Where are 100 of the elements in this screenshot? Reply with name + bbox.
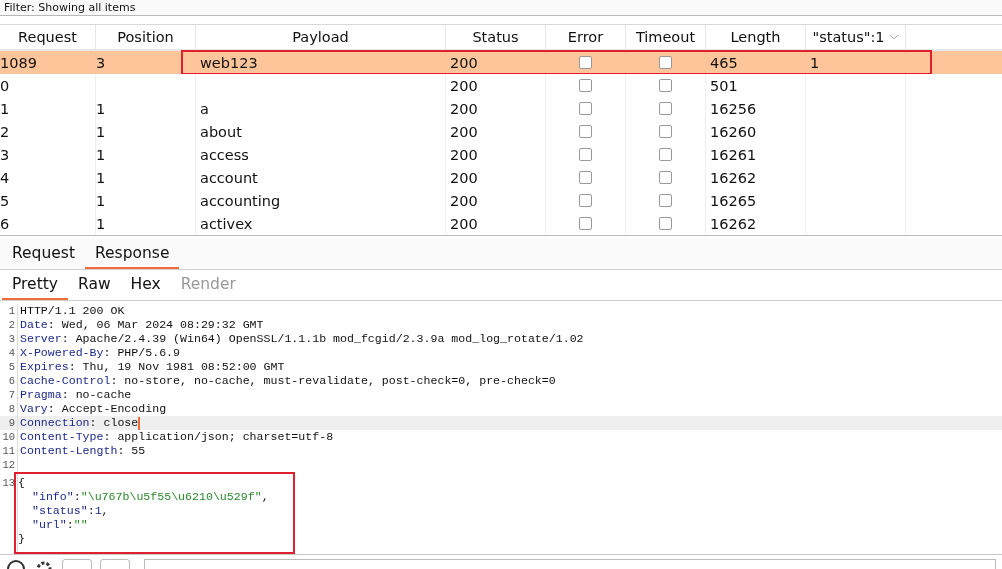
checkbox[interactable] — [579, 79, 592, 93]
table-cell: 16260 — [710, 123, 757, 140]
tab[interactable]: Request — [2, 244, 85, 270]
table-cell: 501 — [710, 77, 738, 94]
text-cursor — [138, 416, 141, 430]
column-header[interactable]: Status — [446, 25, 546, 50]
table-cell: web123 — [200, 54, 258, 71]
code-line: Content-Type: application/json; charset=utf-8 — [20, 430, 334, 444]
checkbox[interactable] — [659, 79, 672, 93]
result-row[interactable]: 1089 3 web123 200 465 1 — [0, 51, 1002, 75]
code-line: { — [18, 476, 25, 490]
code-line: "status":1, — [32, 504, 109, 518]
line-number: 3 — [8, 333, 15, 346]
code-line: X-Powered-By: PHP/5.6.9 — [20, 346, 181, 360]
code-line: Pragma: no-cache — [20, 388, 132, 402]
table-cell: 200 — [450, 54, 478, 71]
column-header[interactable]: Payload — [196, 25, 446, 50]
code-line: Server: Apache/2.4.39 (Win64) OpenSSL/1.1.1b mod_fcgid/2.3.9a mod_log_rotate/1.02 — [20, 332, 584, 346]
table-cell: 5 — [0, 192, 10, 209]
checkbox[interactable] — [579, 194, 592, 208]
table-cell: about — [200, 123, 242, 140]
code-line: Content-Length: 55 — [20, 444, 146, 458]
table-cell: 1 — [96, 123, 106, 140]
checkbox[interactable] — [659, 125, 672, 139]
code-line: Expires: Thu, 19 Nov 1981 08:52:00 GMT — [20, 360, 285, 374]
table-cell: 4 — [0, 169, 10, 186]
table-cell: 16256 — [710, 100, 757, 117]
table-cell: 2 — [0, 123, 10, 140]
table-cell: 1 — [96, 146, 106, 163]
table-cell: 16262 — [710, 169, 757, 186]
tab[interactable]: Raw — [68, 275, 121, 301]
table-cell: 1 — [96, 100, 106, 117]
table-cell: 1 — [0, 100, 10, 117]
checkbox[interactable] — [579, 102, 592, 116]
table-cell: 200 — [450, 77, 478, 94]
checkbox[interactable] — [659, 194, 672, 208]
table-cell: 3 — [0, 146, 10, 163]
line-number: 5 — [8, 361, 15, 374]
table-cell: 16262 — [710, 215, 757, 232]
column-header[interactable]: Timeout — [626, 25, 706, 50]
checkbox[interactable] — [659, 217, 672, 231]
code-line: Date: Wed, 06 Mar 2024 08:29:32 GMT — [20, 318, 264, 332]
table-cell: 16261 — [710, 146, 757, 163]
code-line: } — [18, 532, 25, 546]
code-line: Connection: close — [20, 416, 139, 430]
table-cell: 465 — [710, 54, 738, 71]
table-cell: a — [200, 100, 209, 117]
line-number: 7 — [8, 389, 15, 402]
table-cell: 1 — [810, 54, 820, 71]
checkbox[interactable] — [579, 171, 592, 185]
column-header[interactable]: Error — [546, 25, 626, 50]
line-number: 8 — [8, 403, 15, 416]
table-cell: 200 — [450, 192, 478, 209]
checkbox[interactable] — [659, 148, 672, 162]
checkbox[interactable] — [579, 125, 592, 139]
table-cell: 1 — [96, 215, 106, 232]
checkbox[interactable] — [659, 171, 672, 185]
table-cell: activex — [200, 215, 253, 232]
line-number: 4 — [8, 347, 15, 360]
checkbox[interactable] — [579, 148, 592, 162]
column-header[interactable]: Length — [706, 25, 806, 50]
line-number: 1 — [8, 305, 15, 318]
code-line: HTTP/1.1 200 OK — [20, 304, 125, 318]
table-cell: 1089 — [0, 54, 37, 71]
table-cell: 0 — [0, 77, 10, 94]
table-cell: account — [200, 169, 258, 186]
tab[interactable]: Pretty — [2, 275, 68, 301]
checkbox[interactable] — [659, 102, 672, 116]
line-number: 11 — [2, 445, 15, 458]
tab[interactable]: Hex — [120, 275, 171, 301]
column-header[interactable]: Position — [96, 25, 196, 50]
line-number: 6 — [8, 375, 15, 388]
code-line: Cache-Control: no-store, no-cache, must-revalidate, post-check=0, pre-check=0 — [20, 374, 556, 388]
code-line: "info":"\u767b\u5f55\u6210\u529f", — [32, 490, 269, 504]
checkbox[interactable] — [579, 56, 592, 70]
table-cell: 200 — [450, 169, 478, 186]
table-cell: access — [200, 146, 249, 163]
table-cell: 6 — [0, 215, 10, 232]
column-header[interactable]: "status":1 — [806, 25, 906, 50]
table-cell: 200 — [450, 123, 478, 140]
table-cell: 3 — [96, 54, 106, 71]
table-cell: accounting — [200, 192, 281, 209]
filter-status: Filter: Showing all items — [4, 0, 136, 14]
table-cell: 1 — [96, 169, 106, 186]
column-header[interactable]: Request — [0, 25, 96, 50]
chevron-down-icon — [888, 34, 899, 41]
table-cell: 200 — [450, 100, 478, 117]
table-cell: 1 — [96, 192, 106, 209]
line-number: 13 — [2, 477, 15, 490]
checkbox[interactable] — [659, 56, 672, 70]
checkbox[interactable] — [579, 217, 592, 231]
table-cell: 200 — [450, 215, 478, 232]
line-number: 10 — [2, 431, 15, 444]
table-cell: 200 — [450, 146, 478, 163]
line-number: 12 — [2, 459, 15, 472]
line-number: 9 — [8, 417, 15, 430]
code-line: "url":"" — [32, 518, 88, 532]
line-number: 2 — [8, 319, 15, 332]
table-cell: 16265 — [710, 192, 757, 209]
code-line: Vary: Accept-Encoding — [20, 402, 167, 416]
